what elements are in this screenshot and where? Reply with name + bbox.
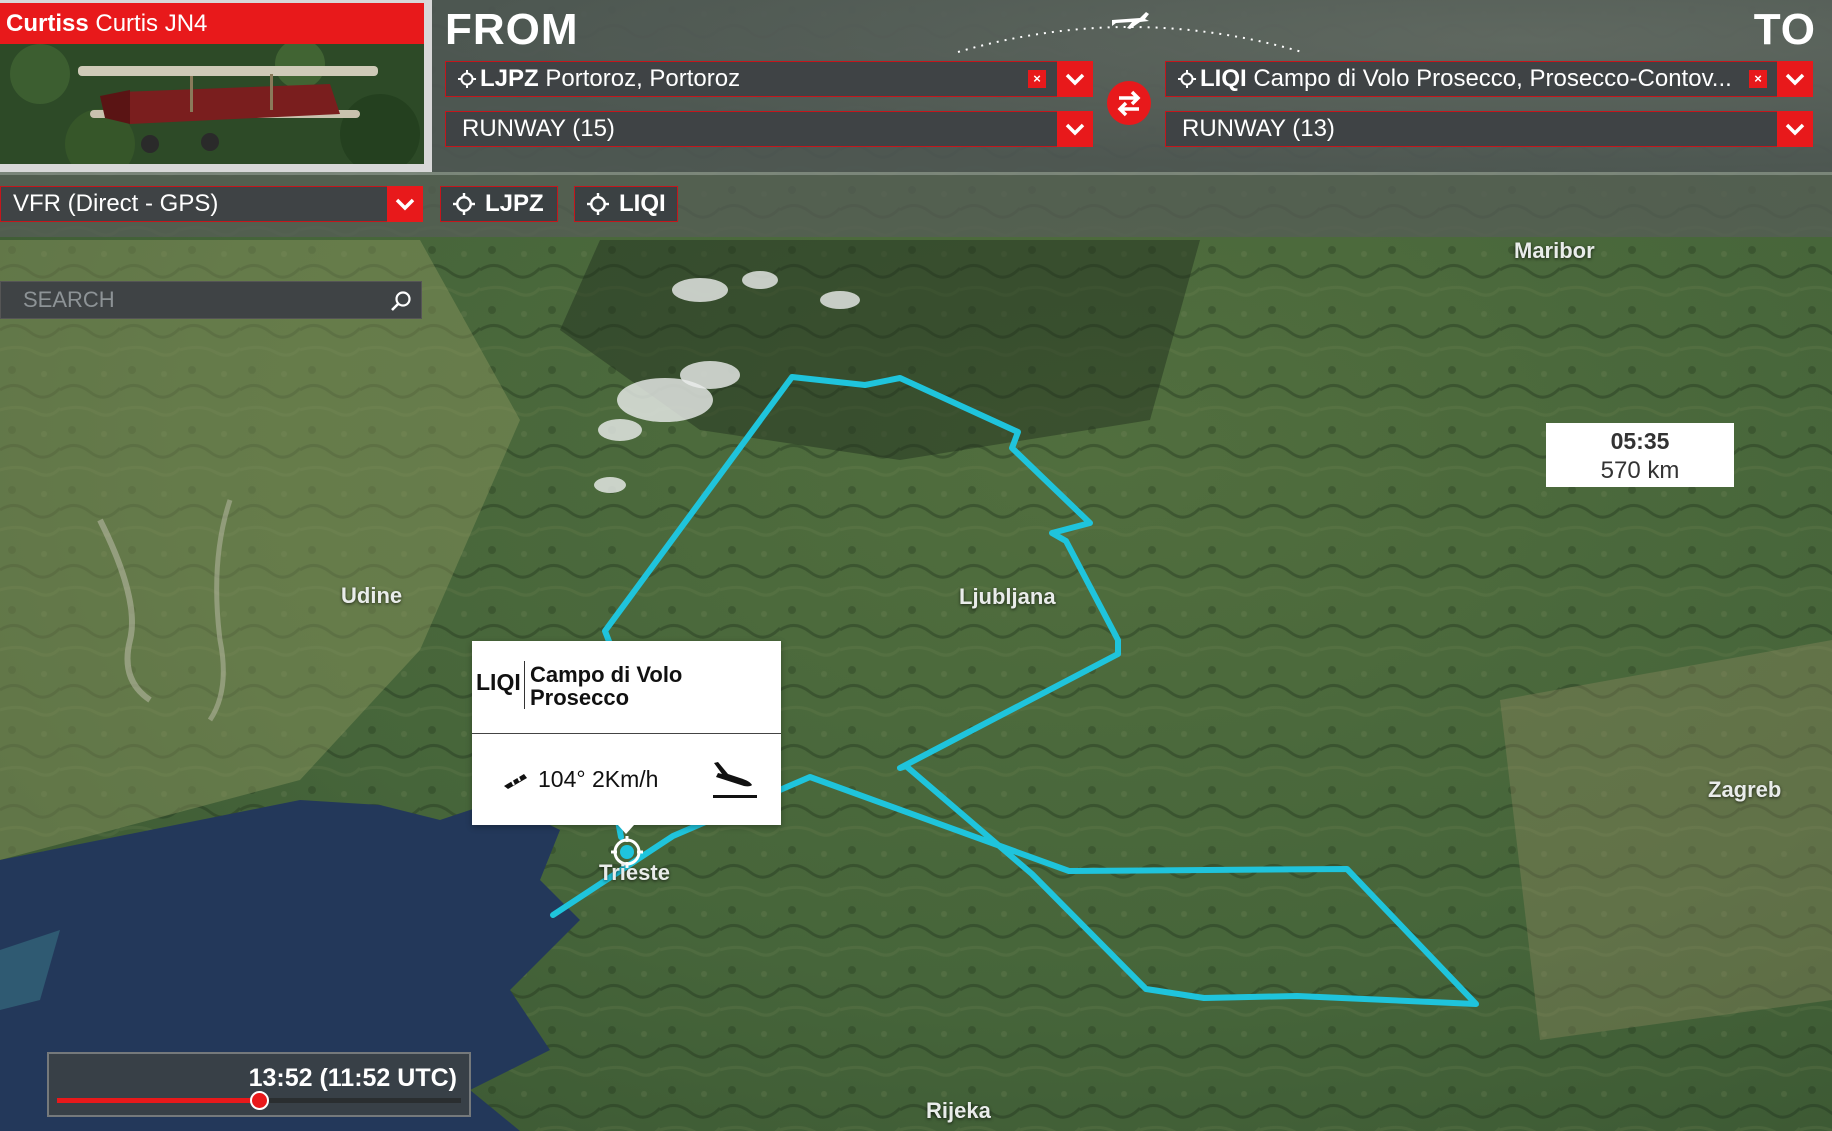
city-label-zagreb: Zagreb bbox=[1708, 777, 1782, 802]
route-eta-box: 05:35 570 km bbox=[1546, 423, 1734, 487]
from-airport-text: LJPZ Portoroz, Portoroz bbox=[458, 62, 740, 96]
to-airport-text: LIQI Campo di Volo Prosecco, Prosecco-Co… bbox=[1178, 62, 1748, 96]
chevron-down-icon bbox=[1785, 123, 1805, 136]
chevron-down-icon bbox=[1065, 123, 1085, 136]
search-input[interactable] bbox=[1, 282, 381, 318]
popup-separator bbox=[472, 733, 781, 734]
aircraft-model: Curtis JN4 bbox=[95, 10, 208, 37]
popup-name-line2: Prosecco bbox=[530, 685, 630, 710]
to-airport-dropdown[interactable] bbox=[1777, 61, 1813, 97]
time-slider-track[interactable] bbox=[57, 1091, 461, 1110]
flight-duration: 05:35 bbox=[1610, 428, 1670, 454]
from-runway-text: RUNWAY (15) bbox=[462, 115, 615, 142]
flight-type-text: VFR (Direct - GPS) bbox=[13, 190, 219, 217]
time-of-day-panel: 13:52 (11:52 UTC) bbox=[47, 1052, 471, 1117]
popup-pointer bbox=[618, 825, 634, 834]
landing-icon bbox=[713, 762, 757, 798]
search-icon[interactable] bbox=[389, 289, 413, 313]
swap-button[interactable] bbox=[1107, 81, 1151, 125]
popup-wind: 104° 2Km/h bbox=[538, 766, 659, 792]
popup-divider bbox=[524, 661, 525, 709]
chevron-down-icon bbox=[1785, 73, 1805, 86]
city-label-udine: Udine bbox=[341, 583, 403, 608]
to-runway-text: RUNWAY (13) bbox=[1182, 115, 1335, 142]
popup-airport-name: Campo di Volo Prosecco bbox=[530, 663, 682, 709]
locate-icon bbox=[1178, 70, 1196, 88]
to-runway-dropdown[interactable] bbox=[1777, 111, 1813, 147]
plains-area-east bbox=[1500, 640, 1832, 1040]
close-icon: × bbox=[1754, 71, 1762, 86]
search-box bbox=[0, 281, 422, 319]
city-label-rijeka: Rijeka bbox=[926, 1098, 991, 1123]
to-airport-name: Campo di Volo Prosecco, Prosecco-Contov.… bbox=[1253, 65, 1732, 92]
arrival-chip-label: LIQI bbox=[619, 190, 666, 217]
city-label-trieste: Trieste bbox=[599, 860, 670, 885]
airplane-icon bbox=[1112, 12, 1149, 29]
aircraft-brand: Curtiss bbox=[6, 10, 89, 37]
time-slider-handle[interactable] bbox=[250, 1091, 269, 1110]
to-airport-field[interactable]: LIQI Campo di Volo Prosecco, Prosecco-Co… bbox=[1165, 61, 1813, 97]
popup-airport-code: LIQI bbox=[476, 669, 521, 695]
city-label-maribor: Maribor bbox=[1514, 238, 1595, 263]
popup-name-line1: Campo di Volo bbox=[530, 662, 683, 687]
airport-info-popup[interactable]: LIQI Campo di Volo Prosecco 104° 2Km/h bbox=[472, 641, 781, 834]
chevron-down-icon bbox=[395, 198, 415, 211]
from-airport-field[interactable]: LJPZ Portoroz, Portoroz × bbox=[445, 61, 1093, 97]
clear-to-button[interactable]: × bbox=[1749, 70, 1767, 88]
to-runway-select[interactable]: RUNWAY (13) bbox=[1165, 111, 1813, 147]
time-slider-fill bbox=[57, 1098, 259, 1103]
swap-icon bbox=[1117, 90, 1141, 117]
chevron-down-icon bbox=[1065, 73, 1085, 86]
from-airport-dropdown[interactable] bbox=[1057, 61, 1093, 97]
from-runway-select[interactable]: RUNWAY (15) bbox=[445, 111, 1093, 147]
flight-type-select[interactable]: VFR (Direct - GPS) bbox=[0, 186, 423, 222]
time-of-day-label: 13:52 (11:52 UTC) bbox=[248, 1064, 457, 1092]
departure-chip[interactable]: LJPZ bbox=[440, 186, 558, 222]
windsock-icon bbox=[504, 774, 527, 789]
aircraft-card[interactable]: Curtiss Curtis JN4 bbox=[0, 0, 432, 172]
from-airport-code: LJPZ bbox=[480, 65, 539, 92]
flight-type-dropdown[interactable] bbox=[387, 186, 423, 222]
departure-chip-label: LJPZ bbox=[485, 190, 544, 217]
close-icon: × bbox=[1033, 71, 1041, 86]
locate-icon bbox=[587, 193, 609, 215]
to-heading: TO bbox=[1753, 5, 1816, 54]
from-heading: FROM bbox=[445, 5, 579, 54]
from-airport-name: Portoroz, Portoroz bbox=[545, 65, 741, 92]
aircraft-photo bbox=[0, 44, 424, 164]
city-label-ljubljana: Ljubljana bbox=[959, 584, 1056, 609]
aircraft-title: Curtiss Curtis JN4 bbox=[0, 3, 424, 44]
flight-distance: 570 km bbox=[1600, 457, 1680, 484]
to-airport-code: LIQI bbox=[1200, 65, 1247, 92]
locate-icon bbox=[458, 70, 476, 88]
from-runway-dropdown[interactable] bbox=[1057, 111, 1093, 147]
arrival-chip[interactable]: LIQI bbox=[574, 186, 678, 222]
locate-icon bbox=[453, 193, 475, 215]
clear-from-button[interactable]: × bbox=[1028, 70, 1046, 88]
